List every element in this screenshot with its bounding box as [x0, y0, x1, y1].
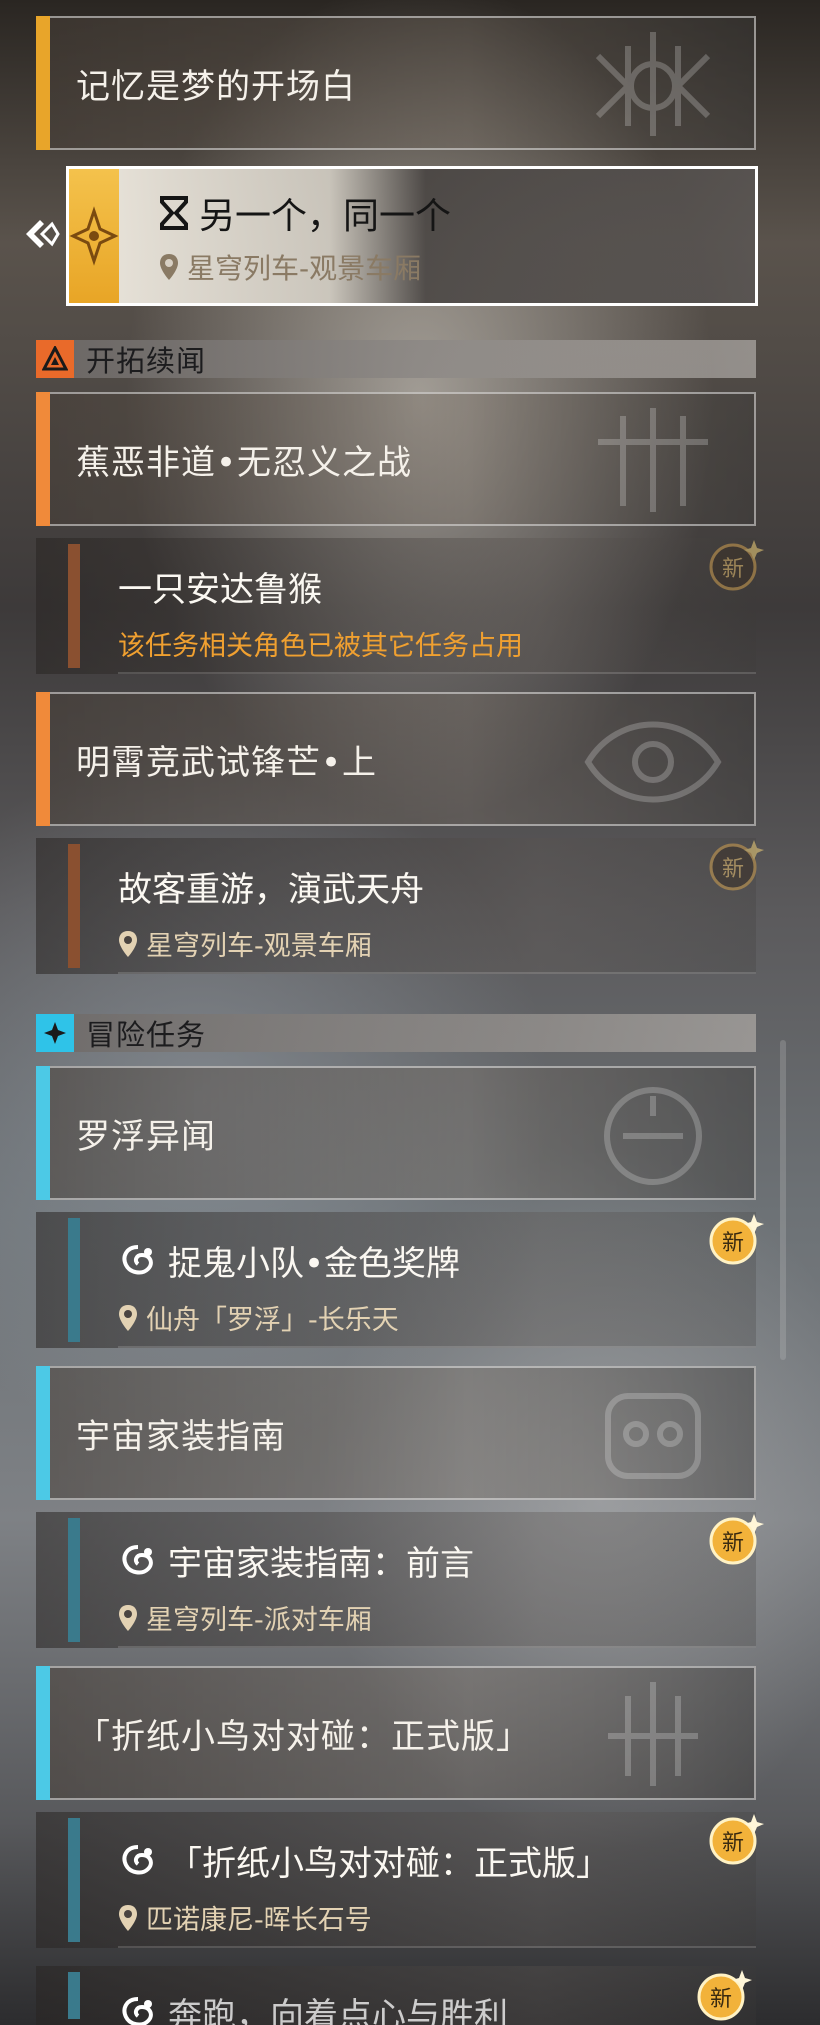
chapter-title: 「折纸小鸟对对碰：正式版」: [76, 1716, 531, 1757]
chapter-emblem-icon: [595, 32, 711, 136]
adventure-icon: [36, 1014, 74, 1052]
chapter-emblem-icon: [598, 408, 708, 512]
quest-item[interactable]: 故客重游，演武天舟 星穹列车-观景车厢 新: [36, 838, 764, 974]
divider: [118, 972, 756, 974]
svg-text:新: 新: [722, 1531, 744, 1556]
new-badge-icon: 新: [706, 1512, 764, 1566]
selected-quest-title: 另一个，同一个: [199, 196, 452, 237]
chapter-accent-bar: [36, 692, 50, 826]
chapter-accent-bar: [36, 392, 50, 526]
chapter-header-4[interactable]: 宇宙家装指南: [36, 1366, 756, 1500]
quest-item[interactable]: 捉鬼小队•金色奖牌 仙舟「罗浮」-长乐天 新: [36, 1212, 764, 1348]
quest-accent-bar: [68, 1218, 80, 1342]
location-pin-icon: [118, 1304, 138, 1332]
location-pin-icon: [118, 1604, 138, 1632]
chapter-accent-bar: [36, 1666, 50, 1800]
divider: [118, 1346, 756, 1348]
chapter-title: 蕉恶非道•无忍义之战: [76, 442, 413, 483]
selected-arrow-icon: [26, 220, 60, 248]
quest-accent-bar: [68, 544, 80, 668]
quest-swirl-icon: [122, 1844, 153, 1874]
quest-status: 该任务相关角色已被其它任务占用: [118, 631, 523, 662]
quest-location: 匹诺康尼-晖长石号: [146, 1905, 372, 1936]
selected-quest[interactable]: 另一个，同一个 星穹列车-观景车厢: [66, 166, 758, 306]
quest-accent-bar: [68, 1818, 80, 1942]
section-label: 冒险任务: [86, 1018, 207, 1052]
quest-title: 宇宙家装指南：前言: [168, 1544, 474, 1584]
svg-text:新: 新: [722, 857, 744, 882]
new-badge-icon: 新: [694, 1968, 752, 2022]
new-badge-icon: 新: [706, 838, 764, 892]
quest-title: 一只安达鲁猴: [118, 570, 322, 610]
chapter-accent-bar: [36, 16, 50, 150]
quest-location: 星穹列车-观景车厢: [146, 931, 372, 962]
svg-text:新: 新: [722, 1231, 744, 1256]
svg-text:新: 新: [710, 1987, 732, 2012]
new-badge-icon: 新: [706, 1812, 764, 1866]
location-pin-icon: [118, 1904, 138, 1932]
section-adventure-missions: 冒险任务: [36, 1014, 756, 1052]
quest-location: 星穹列车-派对车厢: [146, 1605, 372, 1636]
section-label: 开拓续闻: [86, 344, 207, 378]
scrollbar[interactable]: [780, 1040, 786, 1360]
divider: [118, 1946, 756, 1948]
new-badge-icon: 新: [706, 538, 764, 592]
chapter-emblem-icon: [608, 1682, 698, 1786]
chapter-header-5[interactable]: 「折纸小鸟对对碰：正式版」: [36, 1666, 756, 1800]
chapter-title: 罗浮异闻: [76, 1116, 216, 1157]
hourglass-icon: [160, 196, 188, 230]
chapter-emblem-icon: [605, 1393, 701, 1479]
quest-location: 仙舟「罗浮」-长乐天: [146, 1305, 399, 1336]
chapter-header-3[interactable]: 罗浮异闻: [36, 1066, 756, 1200]
quest-accent-bar: [68, 844, 80, 968]
quest-title: 故客重游，演武天舟: [118, 870, 424, 910]
trailblaze-star-icon: [69, 206, 119, 266]
chapter-title: 记忆是梦的开场白: [76, 66, 356, 107]
selected-quest-location: 星穹列车-观景车厢: [187, 252, 422, 285]
chapter-header-memory[interactable]: 记忆是梦的开场白: [36, 16, 756, 150]
chapter-header-2[interactable]: 明霄竞武试锋芒•上: [36, 692, 756, 826]
location-pin-icon: [159, 253, 179, 281]
quest-item[interactable]: 奔跑，向着点心与胜利 新: [36, 1966, 756, 2025]
chapter-emblem-icon: [584, 721, 722, 803]
quest-title: 「折纸小鸟对对碰：正式版」: [168, 1844, 610, 1884]
svg-text:新: 新: [722, 557, 744, 582]
quest-title: 捉鬼小队•金色奖牌: [168, 1244, 461, 1284]
location-pin-icon: [118, 930, 138, 958]
divider: [118, 1646, 756, 1648]
quest-item[interactable]: 「折纸小鸟对对碰：正式版」 匹诺康尼-晖长石号 新: [36, 1812, 764, 1948]
chapter-accent-bar: [36, 1066, 50, 1200]
chapter-header-1[interactable]: 蕉恶非道•无忍义之战: [36, 392, 756, 526]
chapter-title: 明霄竞武试锋芒•上: [76, 742, 378, 783]
quest-accent-bar: [68, 1518, 80, 1642]
quest-accent-bar: [68, 1972, 80, 2019]
chapter-emblem-icon: [604, 1087, 702, 1185]
quest-list-page: 记忆是梦的开场白 另一个，同一个 星穹列车-观景车厢 开拓续闻 蕉恶非道•无忍义…: [0, 0, 820, 2025]
quest-title: 奔跑，向着点心与胜利: [168, 1996, 508, 2025]
trailblaze-icon: [36, 340, 74, 378]
quest-item[interactable]: 宇宙家装指南：前言 星穹列车-派对车厢 新: [36, 1512, 764, 1648]
chapter-accent-bar: [36, 1366, 50, 1500]
quest-item[interactable]: 一只安达鲁猴 该任务相关角色已被其它任务占用 新: [36, 538, 764, 674]
new-badge-icon: 新: [706, 1212, 764, 1266]
section-trailblaze-continuance: 开拓续闻: [36, 340, 756, 378]
svg-text:新: 新: [722, 1831, 744, 1856]
quest-swirl-icon: [122, 1244, 153, 1274]
quest-swirl-icon: [122, 1996, 153, 2025]
chapter-title: 宇宙家装指南: [76, 1416, 286, 1457]
quest-swirl-icon: [122, 1544, 153, 1574]
selected-quest-gold-bar: [69, 169, 119, 303]
divider: [118, 672, 756, 674]
